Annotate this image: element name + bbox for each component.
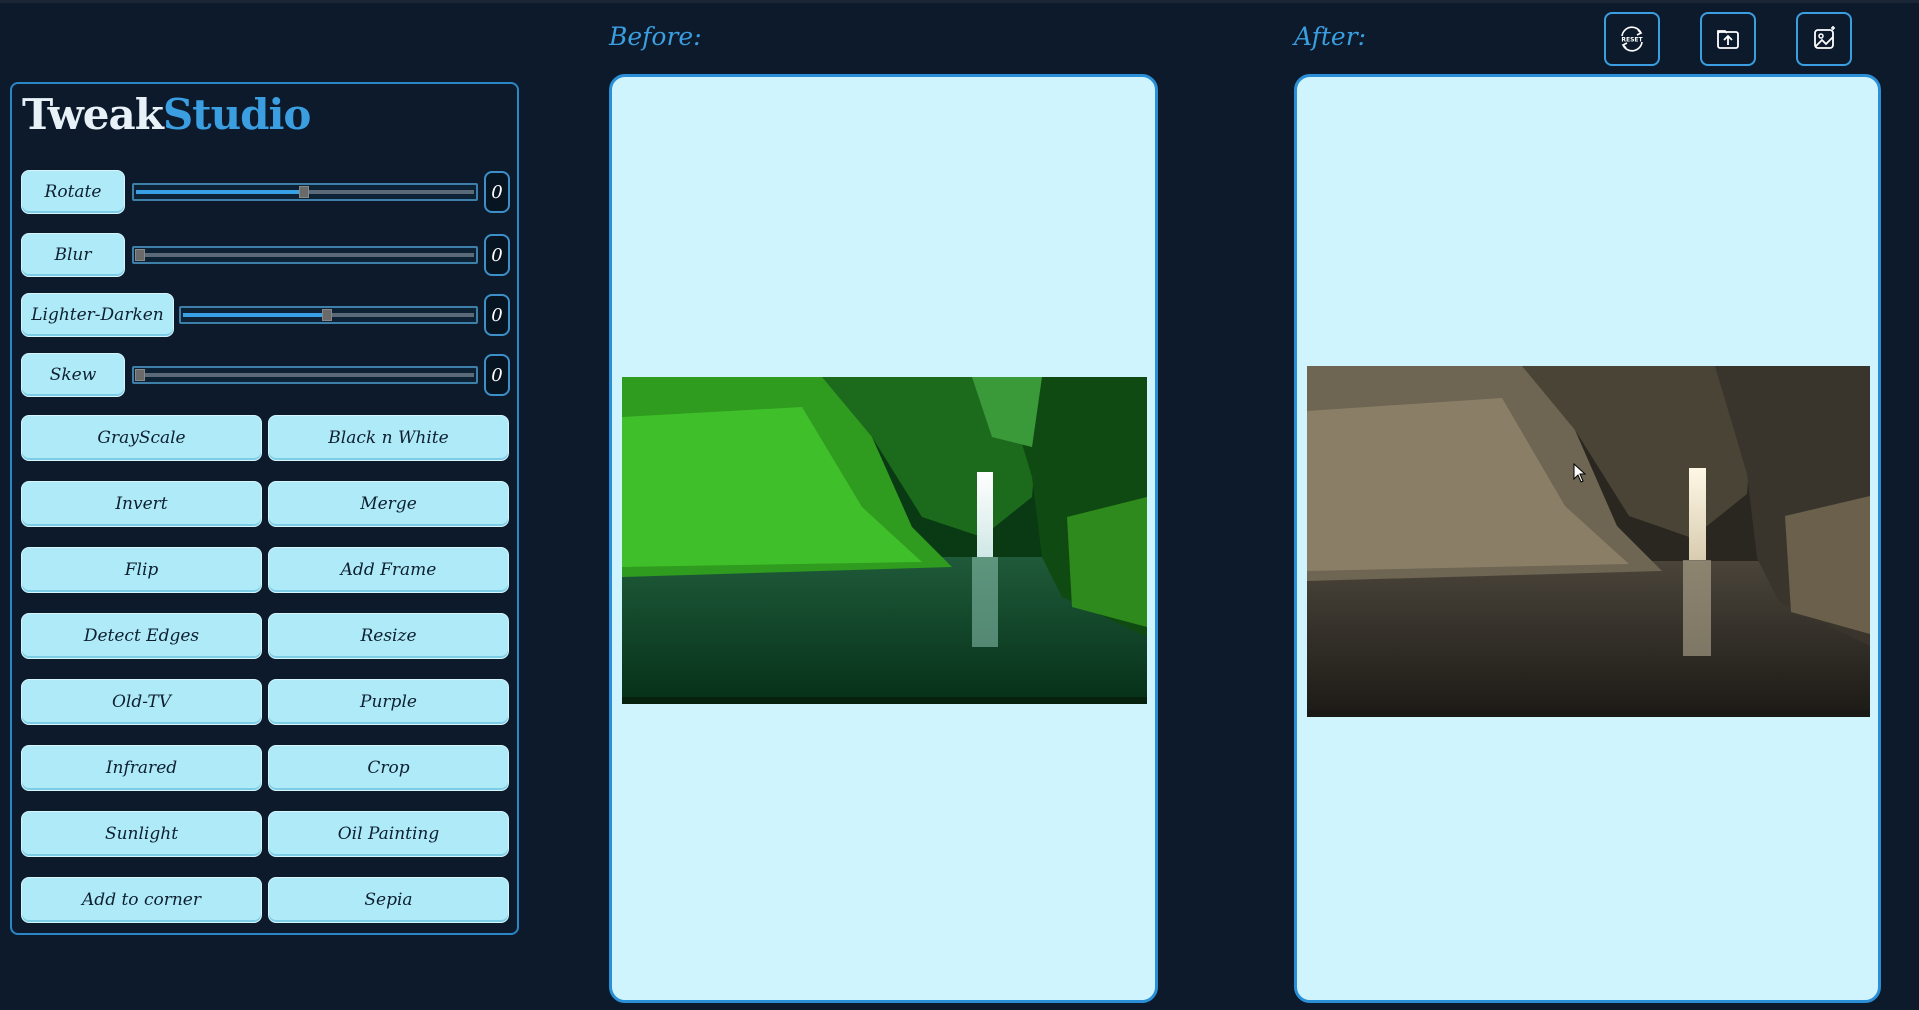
blur-slider[interactable] (132, 246, 478, 264)
before-heading: Before: (609, 22, 702, 51)
after-image (1307, 366, 1870, 717)
before-panel (609, 74, 1158, 1003)
grayscale-button[interactable]: GrayScale (21, 415, 262, 461)
mouse-cursor-icon (1573, 463, 1587, 483)
controls-sidebar: TweakStudio Rotate 0 Blur 0 Lighter-Dark… (10, 82, 519, 935)
flip-button[interactable]: Flip (21, 547, 262, 593)
resize-button[interactable]: Resize (268, 613, 509, 659)
blur-slider-thumb[interactable] (135, 249, 145, 261)
save-image-button[interactable] (1796, 12, 1852, 66)
svg-text:RESET: RESET (1621, 37, 1643, 44)
blur-button[interactable]: Blur (21, 233, 125, 277)
detect-edges-button[interactable]: Detect Edges (21, 613, 262, 659)
lighter-darken-value: 0 (484, 294, 510, 336)
rotate-slider-thumb[interactable] (299, 186, 309, 198)
skew-slider-thumb[interactable] (135, 369, 145, 381)
before-image (622, 377, 1147, 704)
window-top-edge (0, 0, 1919, 3)
purple-button[interactable]: Purple (268, 679, 509, 725)
skew-slider[interactable] (132, 366, 478, 384)
rotate-button[interactable]: Rotate (21, 170, 125, 214)
reset-icon: RESET (1621, 26, 1644, 52)
skew-button[interactable]: Skew (21, 353, 125, 397)
after-panel (1294, 74, 1881, 1003)
black-n-white-button[interactable]: Black n White (268, 415, 509, 461)
infrared-button[interactable]: Infrared (21, 745, 262, 791)
sunlight-button[interactable]: Sunlight (21, 811, 262, 857)
oil-painting-button[interactable]: Oil Painting (268, 811, 509, 857)
after-heading: After: (1294, 22, 1367, 51)
crop-button[interactable]: Crop (268, 745, 509, 791)
upload-button[interactable] (1700, 12, 1756, 66)
add-frame-button[interactable]: Add Frame (268, 547, 509, 593)
skew-value: 0 (484, 354, 510, 396)
upload-icon (1717, 30, 1739, 49)
old-tv-button[interactable]: Old-TV (21, 679, 262, 725)
blur-value: 0 (484, 234, 510, 276)
app-logo: TweakStudio (22, 90, 311, 139)
add-to-corner-button[interactable]: Add to corner (21, 877, 262, 923)
rotate-slider[interactable] (132, 183, 478, 201)
invert-button[interactable]: Invert (21, 481, 262, 527)
save-image-icon (1814, 26, 1835, 49)
lighter-darken-button[interactable]: Lighter-Darken (21, 293, 174, 337)
rotate-value: 0 (484, 171, 510, 213)
lighter-darken-slider[interactable] (179, 306, 478, 324)
lighter-darken-slider-thumb[interactable] (322, 309, 332, 321)
sepia-button[interactable]: Sepia (268, 877, 509, 923)
merge-button[interactable]: Merge (268, 481, 509, 527)
reset-button[interactable]: RESET (1604, 12, 1660, 66)
